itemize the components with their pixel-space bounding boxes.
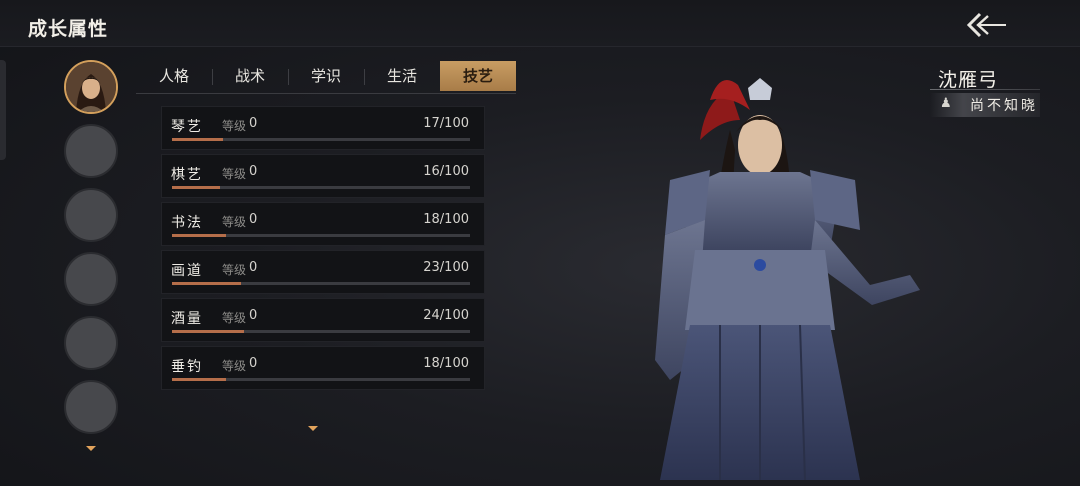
- level-label: 等级: [222, 215, 247, 229]
- page-title: 成长属性: [28, 18, 109, 40]
- level-label: 等级: [222, 167, 247, 181]
- level-value: 0: [249, 164, 258, 179]
- chevron-down-icon[interactable]: [86, 446, 96, 451]
- character-name: 沈雁弓: [938, 69, 999, 91]
- level-label: 等级: [222, 119, 247, 133]
- skill-row-fishing[interactable]: 垂钓 等级 0 18/100: [161, 346, 485, 390]
- skill-name: 书法: [171, 215, 203, 231]
- progress-track: [172, 138, 470, 141]
- avatar-slot-empty[interactable]: [64, 188, 118, 242]
- avatar-slot-empty[interactable]: [64, 124, 118, 178]
- skill-row-calligraphy[interactable]: 书法 等级 0 18/100: [161, 202, 485, 246]
- tab-arts[interactable]: 技艺: [440, 61, 516, 91]
- progress-track: [172, 186, 470, 189]
- character-figure-illustration: [655, 78, 920, 480]
- skill-row-qi[interactable]: 棋艺 等级 0 16/100: [161, 154, 485, 198]
- skill-name: 垂钓: [171, 359, 203, 375]
- tab-personality[interactable]: 人格: [136, 61, 212, 91]
- progress-track: [172, 330, 470, 333]
- tab-tactics[interactable]: 战术: [212, 61, 288, 91]
- back-button[interactable]: [962, 10, 1010, 40]
- avatar-slot-empty[interactable]: [64, 316, 118, 370]
- progress-fill: [172, 378, 226, 381]
- level-label: 等级: [222, 359, 247, 373]
- avatar-slot-empty[interactable]: [64, 380, 118, 434]
- level-value: 0: [249, 356, 258, 371]
- skill-name: 酒量: [171, 311, 203, 327]
- name-divider: [930, 89, 1040, 90]
- side-drawer-handle[interactable]: [0, 60, 6, 160]
- tab-life[interactable]: 生活: [364, 61, 440, 91]
- skill-row-qin[interactable]: 琴艺 等级 0 17/100: [161, 106, 485, 150]
- skill-score: 18/100: [423, 212, 469, 227]
- skill-row-painting[interactable]: 画道 等级 0 23/100: [161, 250, 485, 294]
- progress-fill: [172, 282, 241, 285]
- category-tabs: 人格 战术 学识 生活 技艺: [136, 61, 516, 94]
- progress-fill: [172, 330, 244, 333]
- character-status: 尚不知晓: [970, 98, 1038, 114]
- level-value: 0: [249, 116, 258, 131]
- level-label: 等级: [222, 311, 247, 325]
- skill-score: 18/100: [423, 356, 469, 371]
- level-value: 0: [249, 260, 258, 275]
- skill-score: 24/100: [423, 308, 469, 323]
- progress-track: [172, 234, 470, 237]
- progress-fill: [172, 138, 223, 141]
- skill-name: 画道: [171, 263, 203, 279]
- avatar-slot-empty[interactable]: [64, 252, 118, 306]
- progress-track: [172, 378, 470, 381]
- character-portrait-icon: [66, 62, 116, 112]
- tab-knowledge[interactable]: 学识: [288, 61, 364, 91]
- level-value: 0: [249, 308, 258, 323]
- skill-row-drinking[interactable]: 酒量 等级 0 24/100: [161, 298, 485, 342]
- skill-name: 棋艺: [171, 167, 203, 183]
- progress-fill: [172, 234, 226, 237]
- level-value: 0: [249, 212, 258, 227]
- top-bar: 成长属性: [0, 0, 1080, 47]
- level-label: 等级: [222, 263, 247, 277]
- skill-name: 琴艺: [171, 119, 203, 135]
- chevron-down-icon[interactable]: [308, 426, 318, 431]
- progress-fill: [172, 186, 220, 189]
- progress-track: [172, 282, 470, 285]
- double-arrow-left-icon: [966, 12, 1006, 38]
- skill-score: 23/100: [423, 260, 469, 275]
- skill-score: 17/100: [423, 116, 469, 131]
- avatar-slot-active[interactable]: [64, 60, 118, 114]
- unknown-glyph-icon: ♟: [940, 96, 952, 111]
- skill-score: 16/100: [423, 164, 469, 179]
